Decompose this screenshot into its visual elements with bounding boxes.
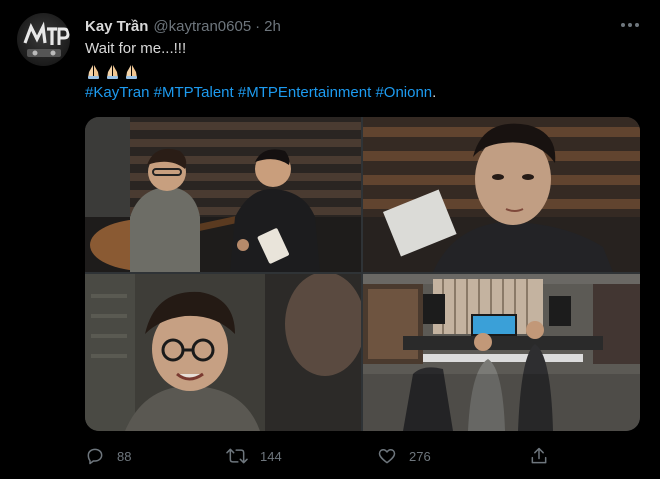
mtp-logo — [23, 21, 70, 57]
hashtag-link[interactable]: #MTPEntertainment — [238, 84, 371, 101]
tweet-time[interactable]: 2h — [264, 18, 281, 35]
media-photo-closeup[interactable] — [363, 117, 640, 272]
retweet-icon — [226, 448, 248, 464]
media-photo-glasses[interactable] — [85, 274, 361, 431]
retweet-button[interactable]: 144 — [226, 443, 282, 469]
like-count: 276 — [409, 448, 431, 464]
tweet-header: Kay Trần @kaytran0605 · 2h — [85, 15, 281, 37]
avatar[interactable] — [17, 13, 70, 66]
separator-dot: · — [255, 17, 261, 35]
reply-button[interactable]: 88 — [85, 443, 131, 469]
studio-guitar-image — [85, 117, 361, 272]
media-photo-studio-desk[interactable] — [363, 274, 640, 431]
author-name[interactable]: Kay Trần — [85, 18, 148, 35]
share-icon — [531, 447, 547, 464]
folded-hands-icon — [107, 65, 118, 79]
hashtag-link[interactable]: #KayTran — [85, 84, 149, 101]
share-button[interactable] — [529, 443, 549, 469]
like-icon — [378, 449, 396, 464]
more-icon — [621, 23, 639, 27]
folded-hands-icon — [88, 65, 99, 79]
media-grid — [85, 117, 640, 431]
folded-hands-icon — [126, 65, 137, 79]
closeup-paper-image — [363, 117, 640, 272]
reply-count: 88 — [117, 448, 132, 464]
like-button[interactable]: 276 — [377, 443, 431, 469]
tweet[interactable]: Kay Trần @kaytran0605 · 2h Wait for me..… — [0, 0, 660, 479]
action-bar: 88 144 276 — [85, 443, 555, 469]
tweet-text: Wait for me...!!! — [85, 40, 187, 57]
studio-desk-image — [363, 274, 640, 431]
trailing-period: . — [432, 84, 437, 101]
retweet-count: 144 — [260, 448, 282, 464]
hashtag-line: #KayTran #MTPTalent #MTPEntertainment #O… — [85, 84, 436, 101]
glasses-smile-image — [85, 274, 361, 431]
hashtag-link[interactable]: #Onionn — [375, 84, 432, 101]
hashtag-link[interactable]: #MTPTalent — [154, 84, 234, 101]
reply-icon — [87, 448, 103, 465]
emoji-row — [85, 63, 140, 80]
media-photo-studio-guitar[interactable] — [85, 117, 361, 272]
more-options-button[interactable] — [617, 14, 643, 36]
author-handle[interactable]: @kaytran0605 — [153, 18, 251, 35]
